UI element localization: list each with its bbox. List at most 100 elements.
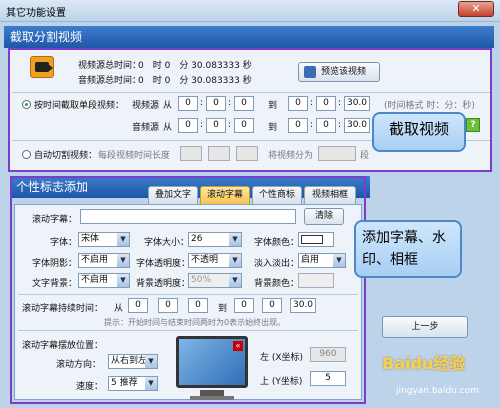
audio-from-hour[interactable]: 0	[178, 118, 198, 133]
speed-select[interactable]: 5 推荐 ▼	[108, 376, 158, 391]
video-to-second[interactable]: 30.0	[344, 96, 370, 111]
duration-to-second[interactable]: 30.0	[290, 298, 316, 313]
duration-from-minute[interactable]: 0	[158, 298, 178, 313]
left-x-label: 左 (X坐标)	[260, 353, 304, 363]
direction-select[interactable]: 从右到左 ▼	[108, 354, 158, 369]
to-label: 到	[268, 101, 278, 111]
duration-from-hour[interactable]: 0	[128, 298, 148, 313]
chevron-down-icon: ▼	[117, 233, 129, 246]
chevron-down-icon: ▼	[145, 377, 157, 390]
monitor-base	[190, 396, 234, 400]
chevron-down-icon: ▼	[229, 254, 241, 267]
split-minute-input[interactable]	[208, 146, 230, 161]
clear-button[interactable]: 清除	[304, 208, 344, 225]
split-second-input[interactable]	[236, 146, 258, 161]
divider	[12, 92, 490, 93]
radio-auto-split[interactable]	[22, 150, 31, 159]
tab-logo[interactable]: 个性商标	[252, 186, 302, 204]
bg-label: 文字背景：	[32, 279, 78, 289]
transparency-label: 字体透明度：	[136, 259, 191, 269]
colon: :	[200, 120, 204, 130]
font-size-value: 26	[191, 234, 203, 244]
preview-video-label: 预览该视频	[321, 67, 367, 77]
direction-value: 从右到左	[111, 356, 148, 366]
font-color-picker[interactable]	[298, 232, 334, 247]
top-y-label: 上 (Y坐标)	[260, 377, 303, 387]
colon: :	[228, 120, 232, 130]
duration-to-minute[interactable]: 0	[262, 298, 282, 313]
close-button[interactable]: ✕	[458, 1, 494, 17]
prev-step-button[interactable]: 上一步	[382, 316, 468, 338]
duration-hint: 提示：开始时间与结束时间两时为0表示始终出现。	[104, 318, 286, 327]
audio-from-second[interactable]: 0	[234, 118, 254, 133]
chevron-down-icon: ▼	[145, 355, 157, 368]
auto-split-length-label: 每段视频时间长度	[98, 151, 171, 161]
transparency-value: 不透明	[191, 255, 219, 265]
speed-value: 5 推荐	[111, 378, 138, 388]
watermark-url: jingyan.baidu.com	[396, 386, 480, 396]
title-bar	[0, 0, 500, 22]
audio-to-second[interactable]: 30.0	[344, 118, 370, 133]
bg-color-picker[interactable]	[298, 273, 334, 288]
callout-cut-video: 截取视频	[372, 112, 466, 152]
film-icon	[304, 66, 316, 78]
video-from-second[interactable]: 0	[234, 96, 254, 111]
audio-from-minute[interactable]: 0	[206, 118, 226, 133]
mode-by-time-label: 按时间截取单段视频：	[34, 101, 125, 111]
monitor-preview-icon: «	[176, 336, 248, 388]
transparency-select[interactable]: 不透明 ▼	[188, 253, 242, 268]
audio-total-value: 0 时 0 分 30.083333 秒	[138, 76, 252, 86]
from-label: 从	[163, 101, 173, 111]
bg-transparency-value: 50%	[191, 275, 212, 285]
duration-from-second[interactable]: 0	[188, 298, 208, 313]
top-y-input[interactable]: 5	[310, 371, 346, 386]
bg-select[interactable]: 不启用 ▼	[78, 273, 130, 288]
colon: :	[310, 120, 314, 130]
help-icon[interactable]: ?	[466, 118, 480, 132]
divider	[18, 330, 358, 331]
video-from-minute[interactable]: 0	[206, 96, 226, 111]
video-from-hour[interactable]: 0	[178, 96, 198, 111]
video-to-hour[interactable]: 0	[288, 96, 308, 111]
chevron-down-icon: ▼	[117, 254, 129, 267]
font-value: 宋体	[81, 234, 100, 244]
video-total-label: 视频源总时间：	[78, 61, 142, 71]
duration-to-hour[interactable]: 0	[234, 298, 254, 313]
radio-by-time[interactable]	[22, 100, 31, 109]
video-to-minute[interactable]: 0	[316, 96, 336, 111]
scroll-text-input[interactable]	[80, 209, 296, 224]
bg-transparency-select[interactable]: 50% ▼	[188, 273, 242, 288]
speed-label: 速度：	[76, 382, 104, 392]
shadow-label: 字体阴影：	[32, 259, 78, 269]
font-select[interactable]: 宋体 ▼	[78, 232, 130, 247]
audio-to-hour[interactable]: 0	[288, 118, 308, 133]
split-hour-input[interactable]	[180, 146, 202, 161]
video-total-value: 0 时 0 分 30.083333 秒	[138, 61, 252, 71]
shadow-select[interactable]: 不启用 ▼	[78, 253, 130, 268]
audio-src-label: 音频源	[132, 123, 160, 133]
font-label: 字体：	[50, 238, 78, 248]
audio-to-minute[interactable]: 0	[316, 118, 336, 133]
video-src-label: 视频源	[132, 101, 160, 111]
chevron-down-icon: ▼	[117, 274, 129, 287]
chevron-down-icon: ▼	[229, 233, 241, 246]
tab-overlay-text[interactable]: 叠加文字	[148, 186, 198, 204]
preview-video-button[interactable]: 预览该视频	[298, 62, 380, 82]
colon: :	[200, 98, 204, 108]
direction-label: 滚动方向：	[56, 360, 102, 370]
auto-split-label: 自动切割视频：	[34, 151, 98, 161]
font-size-select[interactable]: 26 ▼	[188, 232, 242, 247]
from-label: 从	[163, 123, 173, 133]
scroll-text-label: 滚动字幕：	[32, 215, 78, 225]
section-header-cut-video: 截取分割视频	[4, 26, 494, 48]
tab-frame[interactable]: 视频相框	[304, 186, 356, 204]
shadow-value: 不启用	[81, 255, 109, 265]
bg-transparency-label: 背景透明度：	[136, 279, 191, 289]
to-label: 到	[218, 304, 228, 314]
split-count-input[interactable]	[318, 146, 356, 161]
tab-scroll-subtitle[interactable]: 滚动字幕	[200, 186, 250, 204]
left-x-input[interactable]: 960	[310, 347, 346, 362]
fade-select[interactable]: 启用 ▼	[298, 253, 346, 268]
watermark-logo: Baidu经验	[382, 354, 466, 373]
time-format-hint: (时间格式 时：分：秒)	[384, 101, 475, 111]
